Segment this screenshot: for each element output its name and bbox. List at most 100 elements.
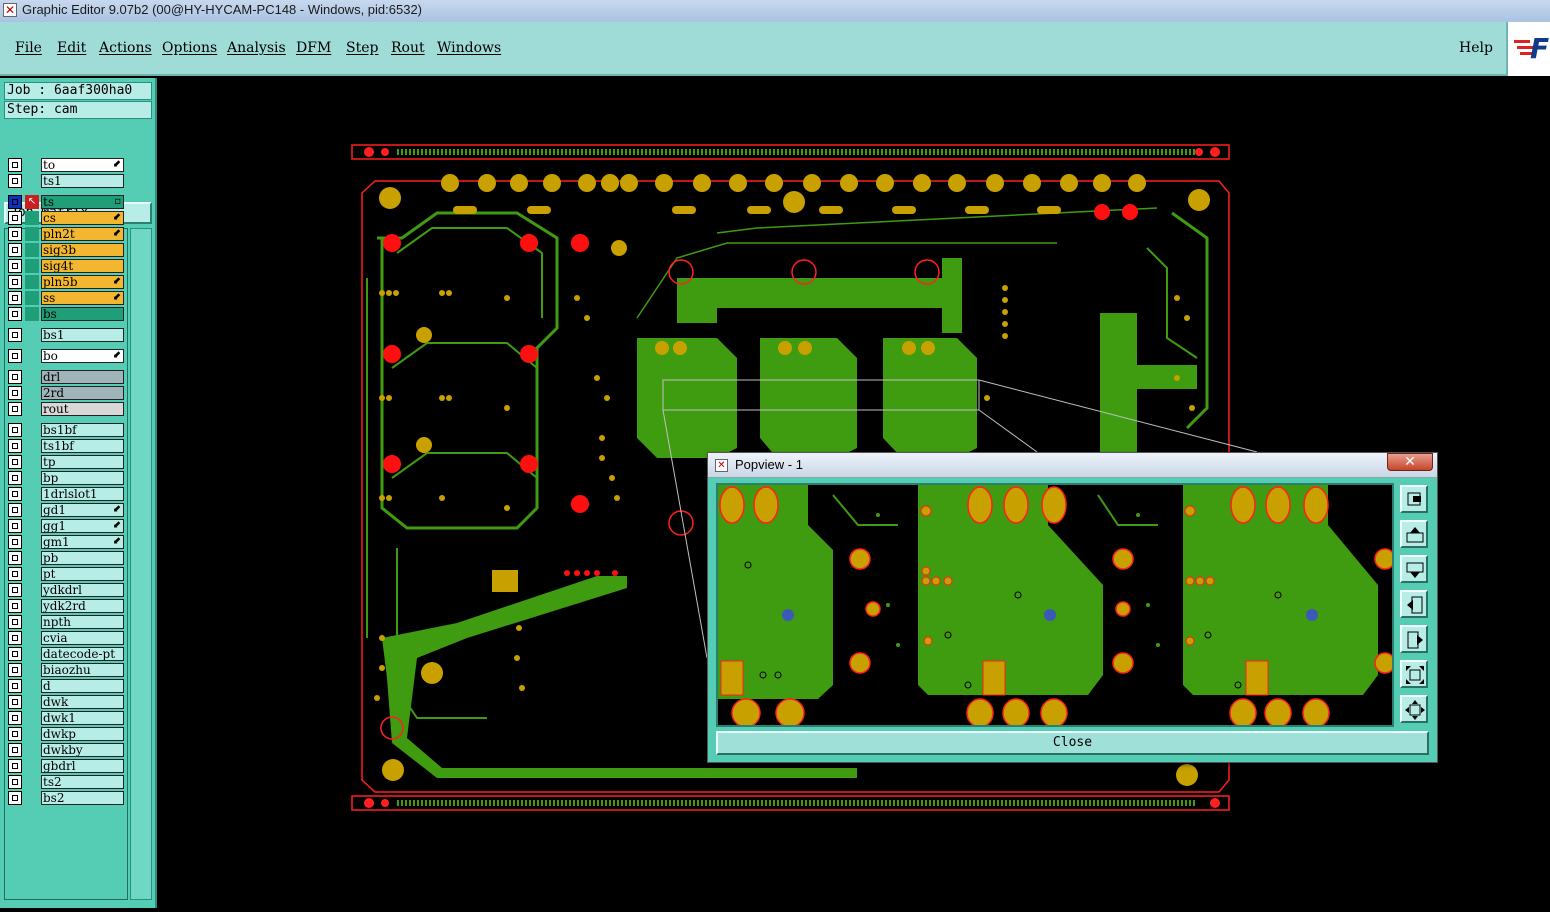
layer-row-gd1[interactable]: gd1 ⬋ xyxy=(8,503,124,517)
layer-name[interactable]: pln2t ⬋ xyxy=(41,227,124,241)
layer-name[interactable]: 2rd xyxy=(41,386,124,400)
menu-options[interactable]: Options xyxy=(162,40,217,56)
layer-row-pln5b[interactable]: pln5b ⬋ xyxy=(8,275,124,289)
layer-name[interactable]: ts2 xyxy=(41,775,124,789)
layer-checkbox[interactable] xyxy=(8,402,22,416)
layer-row-cs[interactable]: cs ⬋ xyxy=(8,211,124,225)
popview-close-icon[interactable]: ✕ xyxy=(1387,453,1433,471)
menu-file[interactable]: File xyxy=(15,40,42,56)
layer-row-2rd[interactable]: 2rd xyxy=(8,386,124,400)
layer-name[interactable]: pt xyxy=(41,567,124,581)
layer-name[interactable]: ts1 xyxy=(41,174,124,188)
layer-name[interactable]: biaozhu xyxy=(41,663,124,677)
menu-rout[interactable]: Rout xyxy=(391,40,425,56)
layer-checkbox[interactable] xyxy=(8,275,22,289)
zoom-home-button[interactable] xyxy=(1400,695,1428,723)
layer-checkbox[interactable] xyxy=(8,370,22,384)
menu-edit[interactable]: Edit xyxy=(57,40,86,56)
layer-row-ydkdrl[interactable]: ydkdrl xyxy=(8,583,124,597)
layer-row-gbdrl[interactable]: gbdrl xyxy=(8,759,124,773)
menu-analysis[interactable]: Analysis xyxy=(227,40,286,56)
layer-name[interactable]: bs xyxy=(41,307,124,321)
layer-checkbox[interactable] xyxy=(8,535,22,549)
layer-checkbox[interactable] xyxy=(8,195,22,209)
layer-checkbox[interactable] xyxy=(8,727,22,741)
layer-name[interactable]: datecode-pt xyxy=(41,647,124,661)
layer-checkbox[interactable] xyxy=(8,599,22,613)
layer-row-bo[interactable]: bo ⬋ xyxy=(8,349,124,363)
popview-canvas[interactable] xyxy=(716,483,1394,727)
layer-checkbox[interactable] xyxy=(8,243,22,257)
layer-checkbox[interactable] xyxy=(8,439,22,453)
layer-checkbox[interactable] xyxy=(8,174,22,188)
layer-row-ts2[interactable]: ts2 xyxy=(8,775,124,789)
layer-checkbox[interactable] xyxy=(8,615,22,629)
layer-checkbox[interactable] xyxy=(8,349,22,363)
layer-name[interactable]: 1drlslot1 xyxy=(41,487,124,501)
layer-name[interactable]: bs1 xyxy=(41,328,124,342)
popview-close-button[interactable]: Close xyxy=(716,731,1429,755)
layer-checkbox[interactable] xyxy=(8,519,22,533)
layer-name[interactable]: to ⬋ xyxy=(41,158,124,172)
layer-checkbox[interactable] xyxy=(8,583,22,597)
layer-name[interactable]: ts ▫ xyxy=(41,195,124,209)
zoom-fit-button[interactable] xyxy=(1400,660,1428,688)
menu-step[interactable]: Step xyxy=(346,40,378,56)
menu-windows[interactable]: Windows xyxy=(437,40,501,56)
pan-up-button[interactable] xyxy=(1400,520,1428,548)
layer-row-cvia[interactable]: cvia xyxy=(8,631,124,645)
layer-checkbox[interactable] xyxy=(8,551,22,565)
layer-checkbox[interactable] xyxy=(8,759,22,773)
layer-name[interactable]: bp xyxy=(41,471,124,485)
layer-name[interactable]: pln5b ⬋ xyxy=(41,275,124,289)
layer-name[interactable]: cvia xyxy=(41,631,124,645)
layer-checkbox[interactable] xyxy=(8,663,22,677)
menu-actions[interactable]: Actions xyxy=(99,40,152,56)
layer-row-d[interactable]: d xyxy=(8,679,124,693)
layer-row-pt[interactable]: pt xyxy=(8,567,124,581)
layer-row-ydk2rd[interactable]: ydk2rd xyxy=(8,599,124,613)
layer-name[interactable]: tp xyxy=(41,455,124,469)
layer-name[interactable]: bs1bf xyxy=(41,423,124,437)
layer-row-drl[interactable]: drl xyxy=(8,370,124,384)
layer-name[interactable]: pb xyxy=(41,551,124,565)
layer-checkbox[interactable] xyxy=(8,158,22,172)
layer-row-sig3b[interactable]: sig3b xyxy=(8,243,124,257)
popview-title-bar[interactable]: ✕ Popview - 1 ✕ xyxy=(708,453,1437,478)
layer-row-rout[interactable]: rout xyxy=(8,402,124,416)
layer-checkbox[interactable] xyxy=(8,291,22,305)
layer-checkbox[interactable] xyxy=(8,791,22,805)
layer-row-pb[interactable]: pb xyxy=(8,551,124,565)
layer-name[interactable]: gd1 ⬋ xyxy=(41,503,124,517)
layer-name[interactable]: rout xyxy=(41,402,124,416)
layer-row-pln2t[interactable]: pln2t ⬋ xyxy=(8,227,124,241)
layer-row-dwk1[interactable]: dwk1 xyxy=(8,711,124,725)
pan-right-button[interactable] xyxy=(1400,625,1428,653)
layer-checkbox[interactable] xyxy=(8,695,22,709)
layer-list-scrollbar[interactable] xyxy=(130,228,152,900)
layer-row-npth[interactable]: npth xyxy=(8,615,124,629)
layer-checkbox[interactable] xyxy=(8,386,22,400)
layer-row-ss[interactable]: ss ⬋ xyxy=(8,291,124,305)
layer-checkbox[interactable] xyxy=(8,711,22,725)
layer-row-to[interactable]: to ⬋ xyxy=(8,158,124,172)
layer-name[interactable]: ts1bf xyxy=(41,439,124,453)
layer-checkbox[interactable] xyxy=(8,647,22,661)
layer-checkbox[interactable] xyxy=(8,259,22,273)
layer-row-dwk[interactable]: dwk xyxy=(8,695,124,709)
layer-name[interactable]: npth xyxy=(41,615,124,629)
layer-checkbox[interactable] xyxy=(8,227,22,241)
layer-name[interactable]: ydk2rd xyxy=(41,599,124,613)
layer-name[interactable]: ydkdrl xyxy=(41,583,124,597)
layer-row-tp[interactable]: tp xyxy=(8,455,124,469)
layer-checkbox[interactable] xyxy=(8,471,22,485)
layer-checkbox[interactable] xyxy=(8,328,22,342)
layer-row-gm1[interactable]: gm1 ⬋ xyxy=(8,535,124,549)
layer-checkbox[interactable] xyxy=(8,679,22,693)
layer-row-1drlslot1[interactable]: 1drlslot1 xyxy=(8,487,124,501)
layer-row-dwkp[interactable]: dwkp xyxy=(8,727,124,741)
layer-name[interactable]: drl xyxy=(41,370,124,384)
layer-checkbox[interactable] xyxy=(8,567,22,581)
layer-name[interactable]: bo ⬋ xyxy=(41,349,124,363)
layer-name[interactable]: d xyxy=(41,679,124,693)
